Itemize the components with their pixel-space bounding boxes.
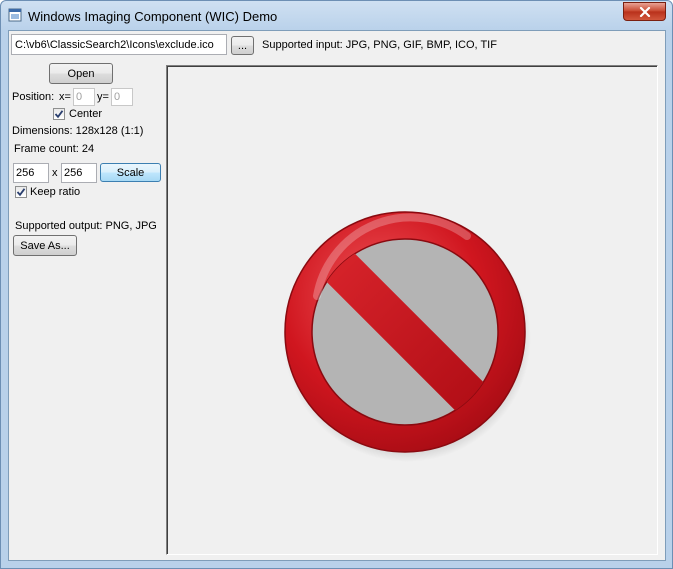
dimensions-label: Dimensions: 128x128 (1:1) [12, 125, 144, 137]
image-canvas[interactable] [166, 65, 658, 555]
scale-height-input[interactable] [61, 163, 97, 183]
client-area: ... Supported input: JPG, PNG, GIF, BMP,… [8, 30, 666, 561]
no-entry-icon [283, 211, 531, 462]
check-icon [54, 110, 64, 119]
app-icon [8, 8, 22, 22]
position-y-input[interactable] [111, 88, 133, 106]
position-x-input[interactable] [73, 88, 95, 106]
check-icon [16, 188, 26, 197]
save-as-button[interactable]: Save As... [13, 235, 77, 256]
browse-button[interactable]: ... [231, 36, 254, 55]
supported-input-label: Supported input: JPG, PNG, GIF, BMP, ICO… [262, 39, 497, 51]
open-button[interactable]: Open [49, 63, 113, 84]
x-label: x= [59, 91, 71, 103]
position-label: Position: [12, 91, 55, 103]
close-icon [639, 6, 650, 17]
scale-x-label: x [52, 167, 58, 179]
file-path-input[interactable] [11, 34, 227, 55]
keep-ratio-checkbox[interactable] [15, 186, 27, 198]
supported-output-label: Supported output: PNG, JPG [15, 220, 157, 232]
title-bar[interactable]: Windows Imaging Component (WIC) Demo [1, 1, 672, 31]
scale-width-input[interactable] [13, 163, 49, 183]
scale-button[interactable]: Scale [100, 163, 161, 182]
center-label: Center [69, 108, 103, 120]
y-label: y= [97, 91, 109, 103]
center-checkbox[interactable] [53, 108, 65, 120]
keep-ratio-label: Keep ratio [30, 186, 81, 198]
window-title: Windows Imaging Component (WIC) Demo [28, 9, 278, 24]
close-button[interactable] [623, 2, 666, 21]
app-window: Windows Imaging Component (WIC) Demo ...… [0, 0, 673, 569]
frame-count-label: Frame count: 24 [14, 143, 95, 155]
